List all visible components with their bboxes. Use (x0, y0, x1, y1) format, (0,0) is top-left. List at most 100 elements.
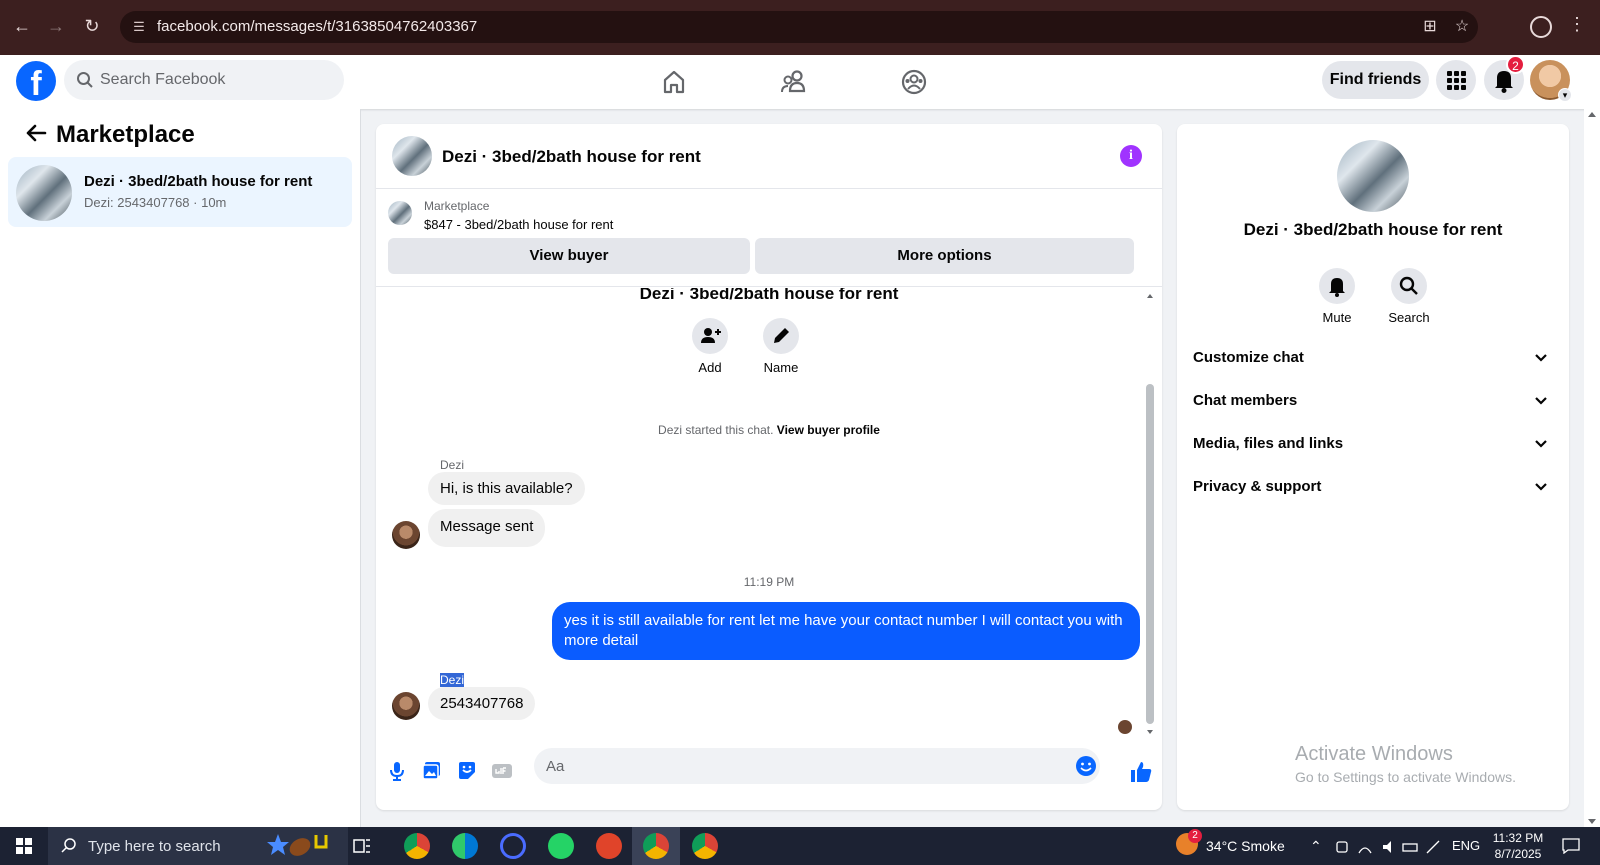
incoming-message[interactable]: 2543407768 (428, 687, 536, 720)
message-thread: Dezi · 3bed/2bath house for rent Add Nam… (376, 288, 1162, 738)
details-listing-thumbnail (1337, 140, 1409, 212)
page-title: Marketplace (56, 121, 195, 148)
home-icon[interactable] (657, 65, 691, 99)
mute-button[interactable] (1319, 268, 1355, 304)
reload-icon[interactable]: ↻ (80, 14, 104, 38)
name-chat-button[interactable] (763, 318, 799, 354)
chat-started-notice: Dezi started this chat. View buyer profi… (376, 423, 1162, 437)
chrome-app-icon[interactable] (404, 833, 430, 859)
browser-menu-icon[interactable]: ⋮ (1568, 14, 1586, 35)
weather-badge: 2 (1188, 829, 1202, 843)
chrome-app-icon[interactable] (692, 833, 718, 859)
windows-start-icon[interactable] (16, 838, 32, 854)
section-label: Privacy & support (1193, 478, 1322, 495)
browser-profile-icon[interactable] (1530, 16, 1552, 38)
vpn-app-icon[interactable] (596, 833, 622, 859)
grid-menu-icon (1447, 71, 1466, 90)
chat-panel: Dezi · 3bed/2bath house for rent i Marke… (376, 124, 1162, 810)
bell-icon (1329, 278, 1345, 297)
install-app-icon[interactable]: ⊞ (1420, 17, 1440, 37)
chrome-app-icon[interactable] (643, 833, 669, 859)
conversation-item[interactable]: Dezi · 3bed/2bath house for rent Dezi: 2… (8, 157, 352, 227)
chevron-down-icon (1535, 483, 1547, 491)
chevron-down-icon (1535, 354, 1547, 362)
conversation-title: Dezi · 3bed/2bath house for rent (84, 173, 313, 190)
language-indicator[interactable]: ENG (1452, 838, 1480, 853)
add-people-button[interactable] (692, 318, 728, 354)
add-label: Add (698, 360, 722, 375)
task-view-icon[interactable] (352, 837, 372, 855)
sender-avatar[interactable] (392, 692, 420, 720)
clock-date: 8/7/2025 (1494, 847, 1542, 861)
incoming-message[interactable]: Hi, is this available? (428, 472, 585, 505)
message-input-box[interactable] (534, 748, 1100, 784)
media-files-links-section[interactable]: Media, files and links (1193, 424, 1553, 464)
outgoing-message[interactable]: yes it is still available for rent let m… (552, 602, 1140, 660)
emoji-icon[interactable] (1075, 755, 1097, 777)
forward-icon[interactable]: → (44, 14, 68, 38)
page-scrollbar[interactable] (1584, 109, 1600, 827)
system-tray-icons[interactable] (1335, 839, 1441, 855)
chat-listing-thumbnail[interactable] (392, 136, 432, 176)
site-info-icon[interactable]: ☰ (130, 18, 148, 36)
view-buyer-button[interactable]: View buyer (388, 238, 750, 274)
windows-taskbar: Type here to search 2 34°C Smoke ⌃ ENG 1… (0, 827, 1600, 865)
chat-title[interactable]: Dezi · 3bed/2bath house for rent (442, 147, 701, 167)
taskbar-clock[interactable]: 11:32 PM 8/7/2025 (1488, 830, 1548, 862)
back-icon[interactable]: ← (10, 14, 34, 38)
more-options-button[interactable]: More options (755, 238, 1134, 274)
scrollbar-thumb[interactable] (1146, 384, 1154, 724)
sticker-icon[interactable] (454, 758, 480, 784)
facebook-top-nav: f Find friends 2 ▾ (0, 55, 1600, 109)
notification-badge: 2 (1506, 55, 1525, 74)
message-input[interactable] (546, 748, 1056, 784)
view-buyer-profile-link[interactable]: View buyer profile (777, 423, 880, 437)
search-icon (61, 838, 76, 853)
address-bar[interactable]: ☰ facebook.com/messages/t/31638504762403… (120, 11, 1478, 43)
edge-app-icon[interactable] (452, 833, 478, 859)
marketplace-listing-bar: Marketplace $847 - 3bed/2bath house for … (376, 189, 1162, 287)
seen-indicator-avatar (1118, 720, 1132, 734)
section-label: Customize chat (1193, 349, 1304, 366)
system-text: Dezi started this chat. (658, 423, 774, 437)
message-composer (376, 738, 1162, 810)
friends-icon[interactable] (777, 65, 811, 99)
groups-icon[interactable] (897, 65, 931, 99)
weather-text[interactable]: 34°C Smoke (1206, 838, 1285, 854)
sender-name: Dezi (440, 673, 465, 687)
search-icon (1399, 276, 1418, 295)
sender-name: Dezi (440, 458, 465, 472)
customize-chat-section[interactable]: Customize chat (1193, 338, 1553, 378)
chevron-up-icon[interactable]: ⌃ (1310, 838, 1322, 855)
search-label: Search (1388, 310, 1430, 325)
bookmark-star-icon[interactable]: ☆ (1452, 17, 1472, 37)
incoming-message[interactable]: Message sent (428, 509, 546, 547)
notification-center-icon[interactable] (1562, 838, 1580, 854)
chat-members-section[interactable]: Chat members (1193, 381, 1553, 421)
facebook-logo[interactable]: f (16, 61, 56, 101)
menu-button[interactable] (1436, 60, 1476, 100)
clock-time: 11:32 PM (1492, 831, 1544, 845)
section-label: Chat members (1193, 392, 1298, 409)
like-thumb-icon[interactable] (1128, 759, 1154, 785)
search-in-chat-button[interactable] (1391, 268, 1427, 304)
privacy-support-section[interactable]: Privacy & support (1193, 467, 1553, 507)
inbox-header: Marketplace (22, 121, 195, 149)
find-friends-button[interactable]: Find friends (1322, 61, 1429, 99)
listing-price-title[interactable]: $847 - 3bed/2bath house for rent (424, 217, 613, 232)
info-icon[interactable]: i (1120, 145, 1142, 167)
taskbar-search[interactable]: Type here to search (48, 827, 348, 865)
chevron-down-icon (1535, 397, 1547, 405)
account-avatar[interactable]: ▾ (1530, 60, 1572, 102)
microphone-icon[interactable] (384, 758, 410, 784)
thread-title: Dezi · 3bed/2bath house for rent (639, 288, 899, 303)
back-arrow-icon[interactable] (22, 124, 50, 142)
gif-icon[interactable] (489, 758, 515, 784)
whatsapp-app-icon[interactable] (548, 833, 574, 859)
facebook-search[interactable] (64, 60, 344, 100)
app-icon[interactable] (500, 833, 526, 859)
sender-avatar[interactable] (392, 521, 420, 549)
photo-icon[interactable] (419, 758, 445, 784)
watermark-line-2: Go to Settings to activate Windows. (1295, 769, 1516, 785)
search-input[interactable] (100, 60, 330, 100)
